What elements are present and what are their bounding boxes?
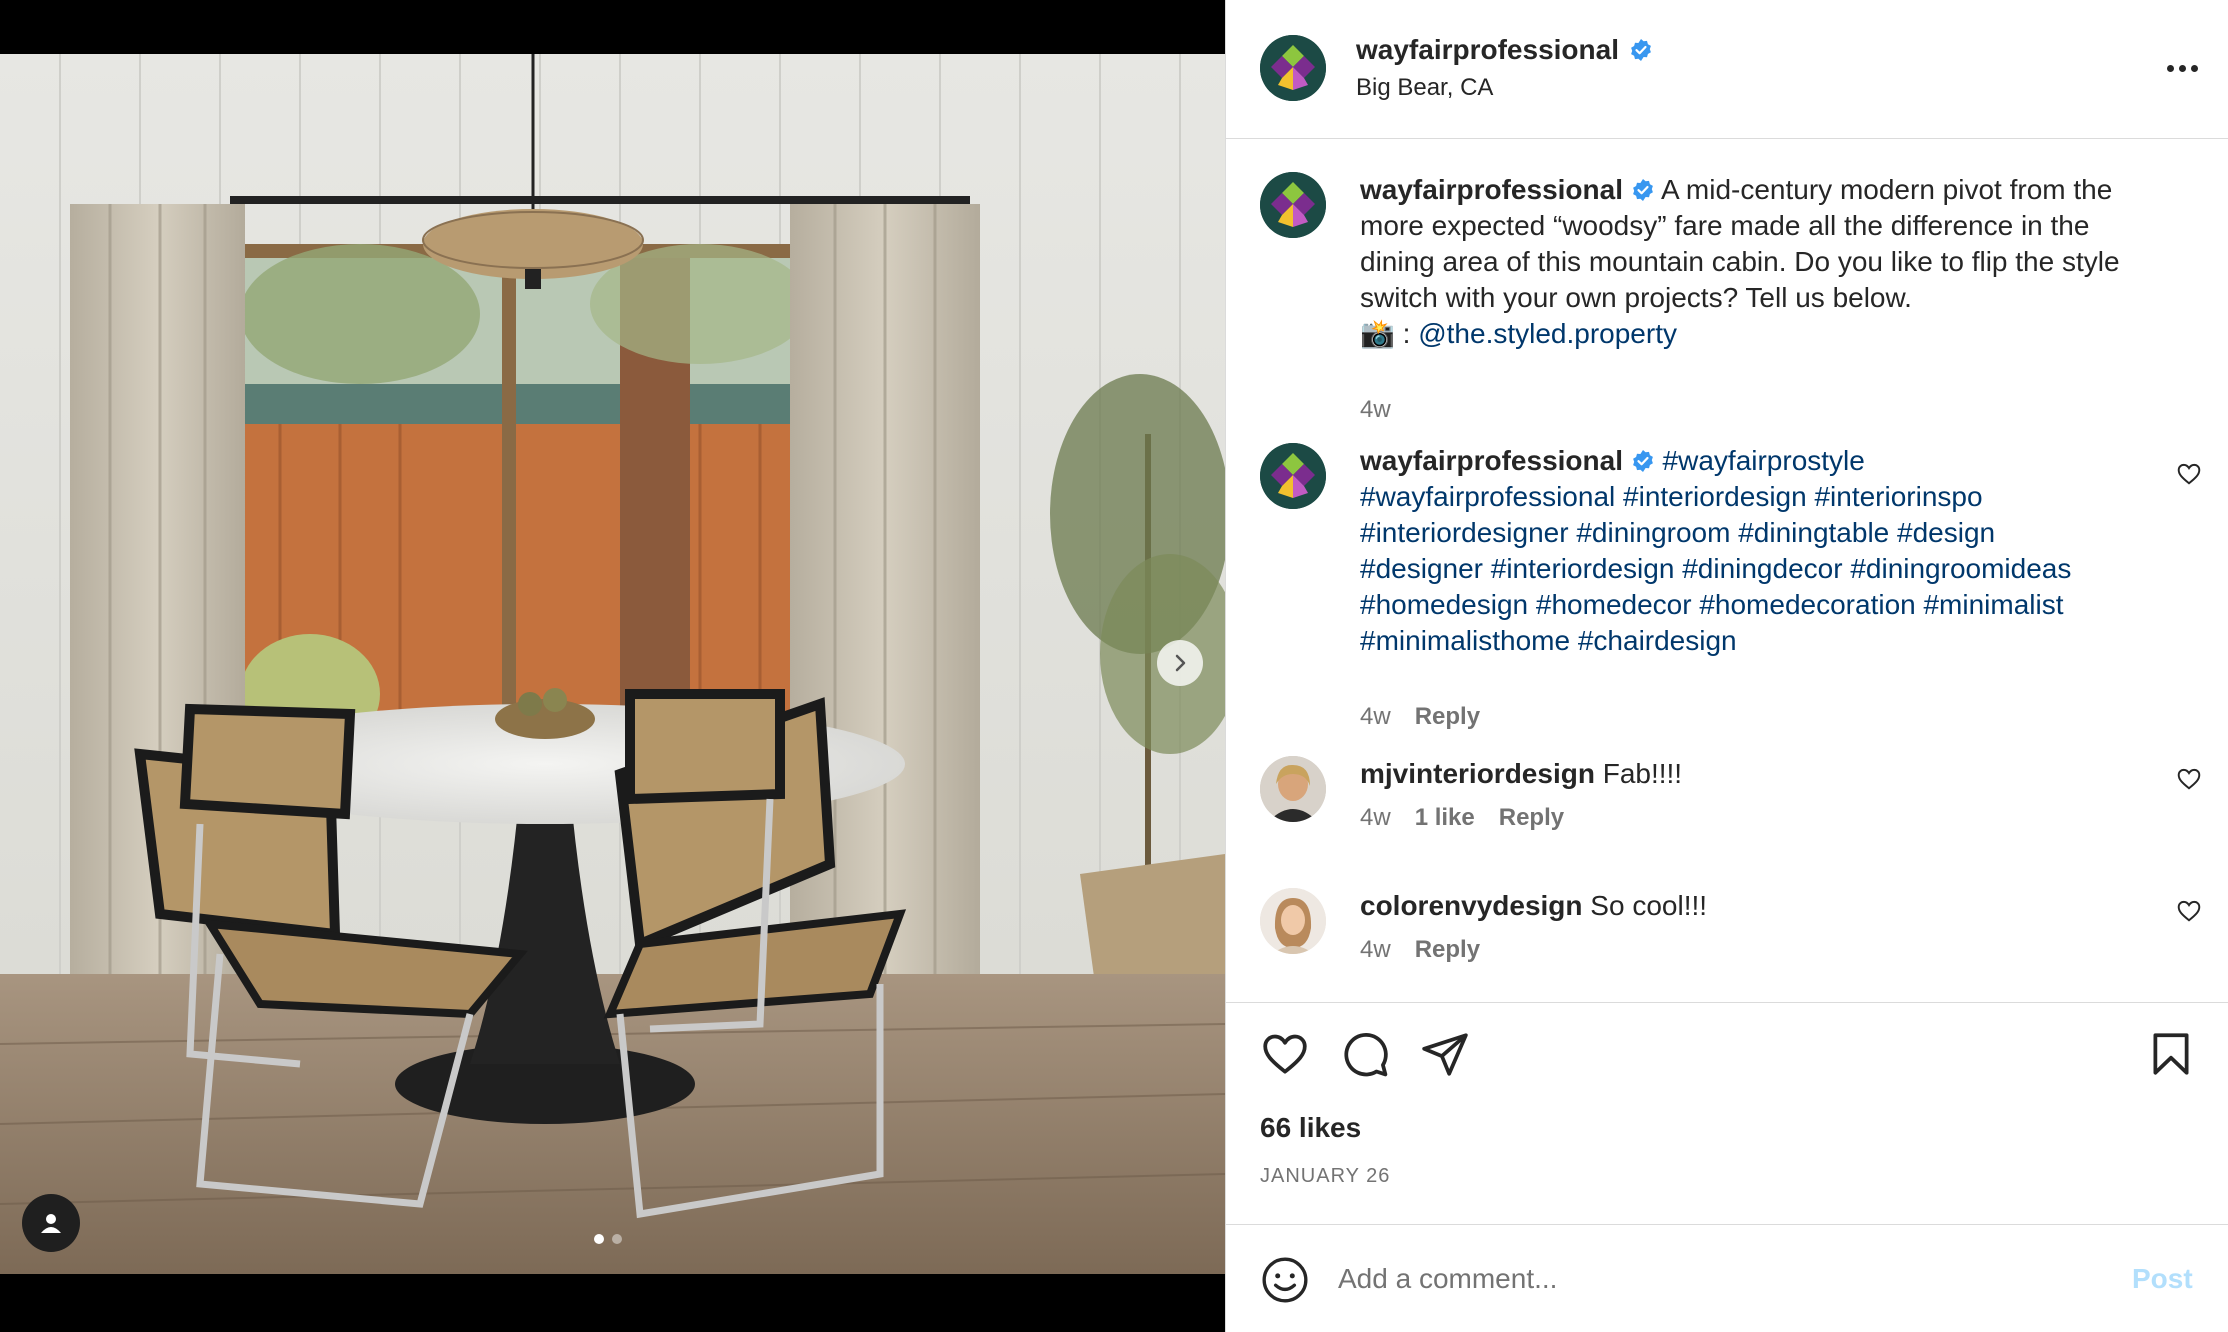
- post-location[interactable]: Big Bear, CA: [1356, 74, 1493, 102]
- post-details-panel: wayfairprofessional Big Bear, CA wayfair…: [1225, 0, 2228, 1332]
- camera-emoji: 📸: [1360, 318, 1395, 349]
- avatar[interactable]: [1260, 443, 1326, 509]
- post-comment-button[interactable]: Post: [2132, 1263, 2193, 1295]
- comment-username[interactable]: wayfairprofessional: [1360, 445, 1623, 476]
- caption-line: A mid-century modern pivot from the: [1661, 174, 2113, 205]
- comment-timestamp[interactable]: 4w: [1360, 936, 1391, 964]
- hashtag-line[interactable]: #homedesign #homedecor #homedecoration #…: [1360, 587, 2120, 623]
- reply-button[interactable]: Reply: [1499, 804, 1564, 832]
- brand-logo-icon: [1260, 35, 1326, 101]
- hashtag-line[interactable]: #wayfairprostyle: [1663, 445, 1865, 476]
- verified-badge-icon: [1631, 39, 1651, 61]
- action-bar: [1226, 1003, 2228, 1103]
- hashtag-line[interactable]: #designer #interiordesign #diningdecor #…: [1360, 551, 2120, 587]
- caption-line: dining area of this mountain cabin. Do y…: [1360, 246, 2120, 277]
- heart-icon[interactable]: [1260, 1029, 1310, 1079]
- comment-text: wayfairprofessional #wayfairprostyle #wa…: [1360, 443, 2120, 659]
- reply-button[interactable]: Reply: [1415, 936, 1480, 964]
- avatar[interactable]: [1260, 35, 1326, 101]
- dining-room-photo: [0, 54, 1225, 1274]
- comment-body: So cool!!!: [1590, 890, 1708, 921]
- post-date[interactable]: JANUARY 26: [1260, 1165, 1390, 1188]
- user-photo-icon: [1260, 888, 1326, 954]
- caption-text: wayfairprofessional A mid-century modern…: [1360, 172, 2120, 352]
- avatar[interactable]: [1260, 756, 1326, 822]
- comment-like-count[interactable]: 1 like: [1415, 804, 1475, 832]
- emoji-icon[interactable]: [1260, 1255, 1310, 1305]
- avatar[interactable]: [1260, 888, 1326, 954]
- reply-button[interactable]: Reply: [1415, 703, 1480, 731]
- heart-icon[interactable]: [2176, 898, 2202, 924]
- brand-logo-icon: [1260, 172, 1326, 238]
- hashtag-line[interactable]: #wayfairprofessional #interiordesign #in…: [1360, 479, 2120, 515]
- comment-composer: Post: [1226, 1224, 2228, 1332]
- heart-icon[interactable]: [2176, 766, 2202, 792]
- photo-credit-link[interactable]: @the.styled.property: [1418, 318, 1677, 349]
- comment-input[interactable]: [1338, 1251, 2098, 1307]
- caption-line: switch with your own projects? Tell us b…: [1360, 282, 1912, 313]
- post-author-username[interactable]: wayfairprofessional: [1356, 34, 1619, 66]
- comment-icon[interactable]: [1340, 1029, 1390, 1079]
- post-photo[interactable]: [0, 54, 1225, 1274]
- next-image-button[interactable]: [1157, 640, 1203, 686]
- heart-icon[interactable]: [2176, 461, 2202, 487]
- comment-username[interactable]: mjvinteriordesign: [1360, 758, 1595, 789]
- caption-line: more expected “woodsy” fare made all the…: [1360, 210, 2090, 241]
- caption-timestamp[interactable]: 4w: [1360, 396, 1391, 424]
- comment-timestamp[interactable]: 4w: [1360, 703, 1391, 731]
- comment-username[interactable]: colorenvydesign: [1360, 890, 1583, 921]
- hashtag-line[interactable]: #interiordesigner #diningroom #diningtab…: [1360, 515, 2120, 551]
- more-options-icon: [2166, 64, 2174, 72]
- bookmark-icon[interactable]: [2146, 1029, 2196, 1079]
- comment-timestamp[interactable]: 4w: [1360, 804, 1391, 832]
- credit-separator: :: [1394, 318, 1419, 349]
- paper-plane-icon[interactable]: [1420, 1029, 1470, 1079]
- tagged-users-button[interactable]: [22, 1194, 80, 1252]
- post-media: [0, 0, 1225, 1332]
- carousel-dot-active: [594, 1234, 604, 1244]
- caption-username[interactable]: wayfairprofessional: [1360, 174, 1623, 205]
- user-tag-icon: [41, 1214, 61, 1233]
- chevron-right-icon: [1175, 654, 1186, 672]
- brand-logo-icon: [1260, 443, 1326, 509]
- verified-badge-icon: [1632, 179, 1653, 201]
- user-photo-icon: [1260, 756, 1326, 822]
- comment-body: Fab!!!!: [1602, 758, 1683, 789]
- caption-meta: 4w: [1360, 396, 1391, 424]
- comments-list[interactable]: wayfairprofessional A mid-century modern…: [1226, 140, 2228, 1002]
- comment-text: mjvinteriordesign Fab!!!!: [1360, 756, 2120, 792]
- hashtag-line[interactable]: #minimalisthome #chairdesign: [1360, 623, 2120, 659]
- comment-meta: 4w 1 like Reply: [1360, 804, 1564, 832]
- verified-badge-icon: [1632, 450, 1653, 472]
- carousel-dot: [612, 1234, 622, 1244]
- avatar[interactable]: [1260, 172, 1326, 238]
- post-author[interactable]: wayfairprofessional: [1356, 34, 1653, 66]
- comment-text: colorenvydesign So cool!!!: [1360, 888, 2120, 924]
- comment-meta: 4w Reply: [1360, 936, 1480, 964]
- like-count[interactable]: 66 likes: [1260, 1112, 1361, 1144]
- carousel-indicator: [594, 1234, 622, 1244]
- more-options-button[interactable]: [2156, 50, 2208, 86]
- post-header: wayfairprofessional Big Bear, CA: [1226, 0, 2228, 139]
- comment-meta: 4w Reply: [1360, 703, 1480, 731]
